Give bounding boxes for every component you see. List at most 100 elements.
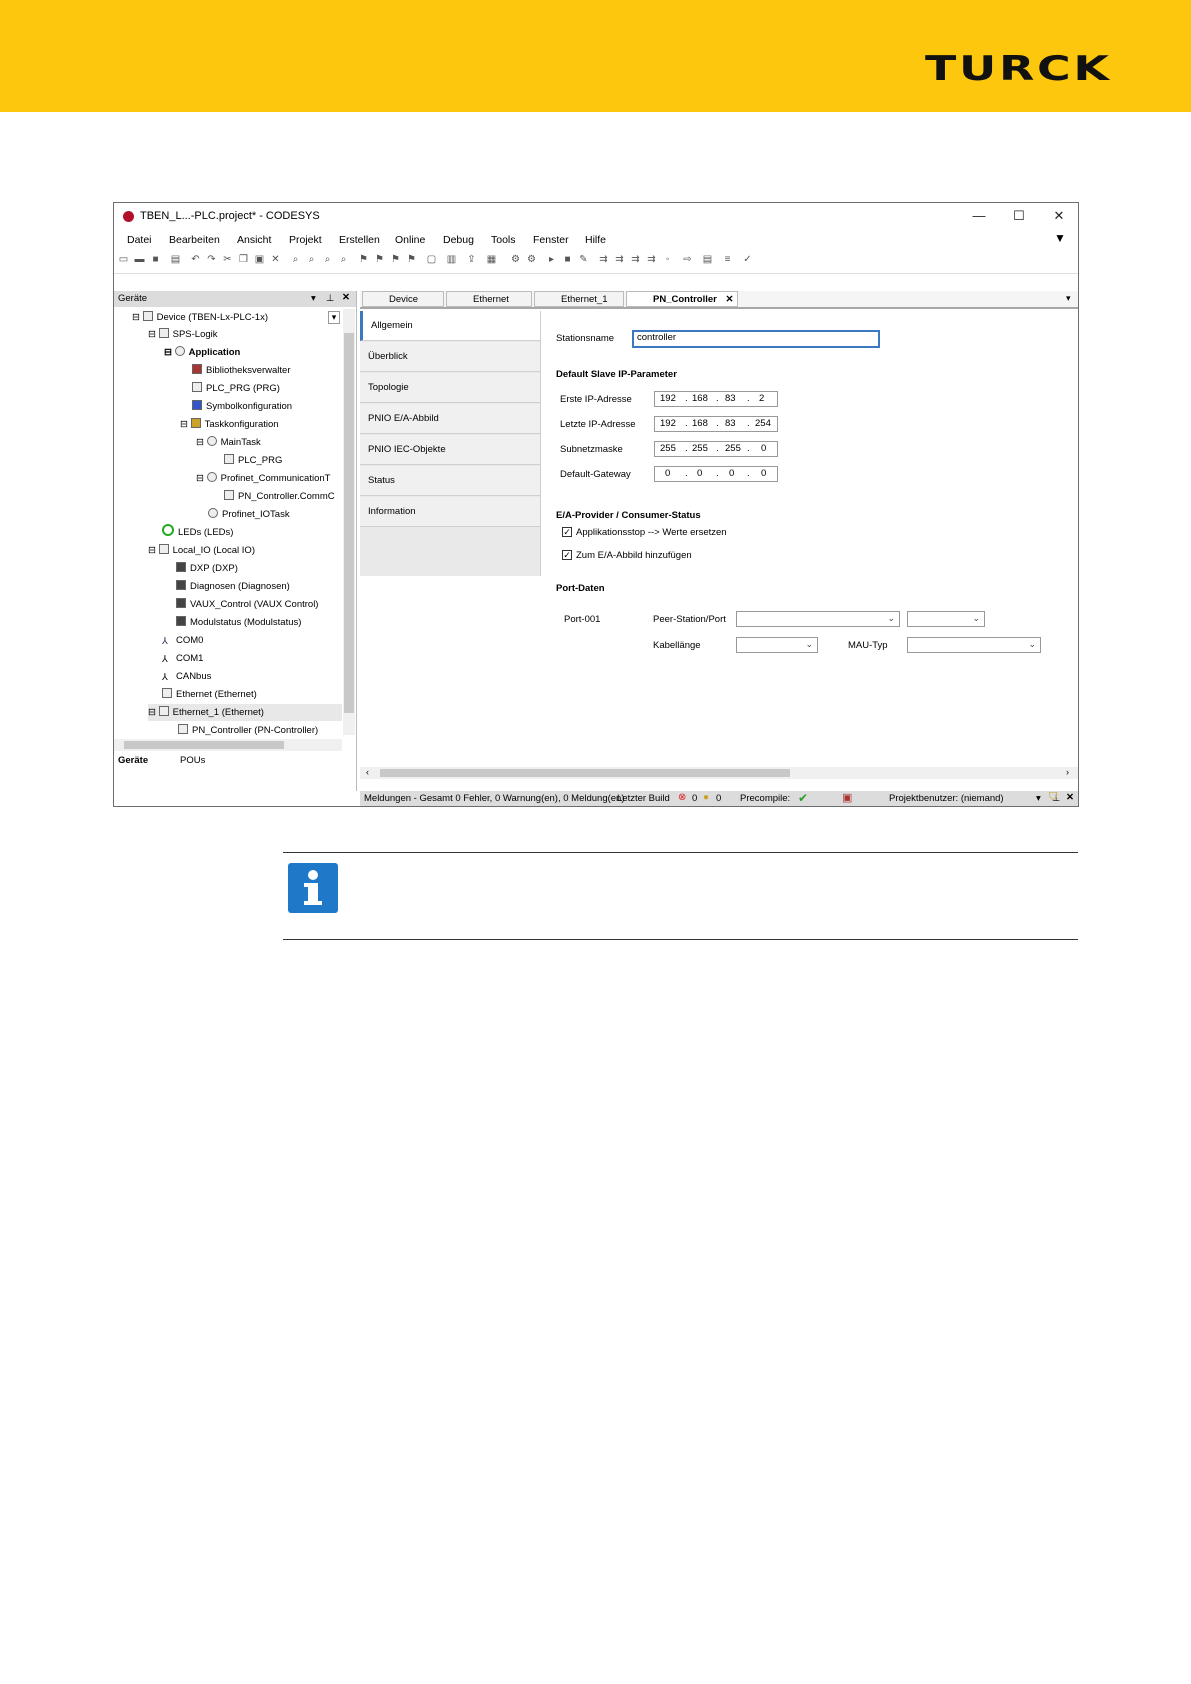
tab-pous[interactable]: POUs <box>180 755 205 766</box>
scroll-left-icon[interactable]: ‹ <box>366 767 369 777</box>
compile-check-icon[interactable]: ✓ <box>742 254 753 265</box>
tree-node-local-io[interactable]: ⊟ Local_IO (Local IO) <box>148 542 255 559</box>
pane-menu-icon[interactable]: ▾ <box>311 293 316 304</box>
tree-vertical-scrollbar[interactable] <box>343 309 355 735</box>
tree-node-com1[interactable]: ⅄ COM1 <box>162 650 203 667</box>
pane-close-icon[interactable]: ✕ <box>342 292 350 303</box>
tree-node-sps-logik[interactable]: ⊟ SPS-Logik <box>148 326 218 343</box>
applikationsstop-checkbox[interactable]: ✓ <box>562 527 572 537</box>
default-gateway-field[interactable]: 0. 0. 0. 0 <box>654 466 778 482</box>
cut-icon[interactable]: ✂ <box>222 254 233 265</box>
menu-hilfe[interactable]: Hilfe <box>585 234 606 246</box>
tree-node-profinet-communication[interactable]: ⊟ Profinet_CommunicationT <box>196 470 330 487</box>
print-icon[interactable]: ▤ <box>170 254 181 265</box>
bookmark-next-icon[interactable]: ⚑ <box>374 254 385 265</box>
open-folder-icon[interactable]: ▬ <box>134 254 145 265</box>
tree-node-symbolkonfiguration[interactable]: Symbolkonfiguration <box>192 398 292 415</box>
unforce-icon[interactable]: ≡ <box>722 254 733 265</box>
build-icon[interactable]: ▦ <box>486 254 497 265</box>
peer-port-dropdown[interactable]: ⌄ <box>907 611 985 627</box>
undo-icon[interactable]: ↶ <box>190 254 201 265</box>
tree-node-pn-controller[interactable]: PN_Controller (PN-Controller) <box>178 722 318 739</box>
tree-node-ethernet[interactable]: Ethernet (Ethernet) <box>162 686 257 703</box>
login-icon[interactable]: ⚙ <box>510 254 521 265</box>
tree-node-com0[interactable]: ⅄ COM0 <box>162 632 203 649</box>
peer-station-dropdown[interactable]: ⌄ <box>736 611 900 627</box>
find-icon[interactable]: ⌕ <box>290 254 301 265</box>
tree-node-ethernet-1[interactable]: ⊟ Ethernet_1 (Ethernet) <box>148 704 342 721</box>
tree-node-pn-controller-commc[interactable]: PN_Controller.CommC <box>224 488 335 505</box>
maximize-button[interactable]: ☐ <box>1004 207 1034 225</box>
user-status-icon[interactable]: ▣ <box>842 791 852 804</box>
step-out-icon[interactable]: ⇉ <box>630 254 641 265</box>
tree-node-leds[interactable]: LEDs (LEDs) <box>162 524 233 541</box>
stop-icon[interactable]: ■ <box>562 254 573 265</box>
stationsname-input[interactable]: controller <box>632 330 880 348</box>
menu-debug[interactable]: Debug <box>443 234 474 246</box>
copy-icon[interactable]: ❐ <box>238 254 249 265</box>
security-icon[interactable]: ⛉ <box>1049 791 1057 804</box>
run-icon[interactable]: ▸ <box>546 254 557 265</box>
paste-icon[interactable]: ▣ <box>254 254 265 265</box>
menu-projekt[interactable]: Projekt <box>289 234 322 246</box>
tree-node-dxp[interactable]: DXP (DXP) <box>176 560 238 577</box>
layout-icon[interactable]: ▥ <box>446 254 457 265</box>
filter-icon[interactable]: ▼ <box>1054 231 1066 245</box>
force-values-icon[interactable]: ▤ <box>702 254 713 265</box>
tree-node-canbus[interactable]: ⅄ CANbus <box>162 668 211 685</box>
tree-node-maintask[interactable]: ⊟ MainTask <box>196 434 261 451</box>
mau-typ-dropdown[interactable]: ⌄ <box>907 637 1041 653</box>
scrollbar-thumb[interactable] <box>124 741 284 749</box>
logout-icon[interactable]: ⚙ <box>526 254 537 265</box>
find-prev-icon[interactable]: ⌕ <box>338 254 349 265</box>
bookmark-prev-icon[interactable]: ⚑ <box>390 254 401 265</box>
reset-icon[interactable]: ✎ <box>578 254 589 265</box>
menu-fenster[interactable]: Fenster <box>533 234 569 246</box>
tab-geraete[interactable]: Geräte <box>118 755 148 766</box>
menu-datei[interactable]: Datei <box>127 234 152 246</box>
tree-node-device[interactable]: ⊟ Device (TBEN-Lx-PLC-1x) <box>132 309 268 326</box>
close-button[interactable]: ✕ <box>1044 207 1074 225</box>
scrollbar-thumb[interactable] <box>380 769 790 777</box>
bookmark-icon[interactable]: ⚑ <box>358 254 369 265</box>
subnetzmaske-field[interactable]: 255. 255. 255. 0 <box>654 441 778 457</box>
window-icon[interactable]: ▢ <box>426 254 437 265</box>
scrollbar-thumb[interactable] <box>344 333 354 713</box>
ea-abbild-checkbox[interactable]: ✓ <box>562 550 572 560</box>
tree-node-modulstatus[interactable]: Modulstatus (Modulstatus) <box>176 614 301 631</box>
menu-bearbeiten[interactable]: Bearbeiten <box>169 234 220 246</box>
step-into-icon[interactable]: ⇉ <box>614 254 625 265</box>
tree-node-bibliotheksverwalter[interactable]: Bibliotheksverwalter <box>192 362 290 379</box>
editor-horizontal-scrollbar[interactable]: ‹ › <box>360 767 1078 779</box>
write-values-icon[interactable]: ⇨ <box>682 254 693 265</box>
menu-erstellen[interactable]: Erstellen <box>339 234 380 246</box>
tree-horizontal-scrollbar[interactable] <box>114 739 342 751</box>
step-over-icon[interactable]: ⇉ <box>598 254 609 265</box>
bookmark-clear-icon[interactable]: ⚑ <box>406 254 417 265</box>
erste-ip-field[interactable]: 192. 168. 83. 2 <box>654 391 778 407</box>
scroll-right-icon[interactable]: › <box>1066 767 1069 777</box>
tree-node-taskkonfiguration[interactable]: ⊟ Taskkonfiguration <box>180 416 279 433</box>
menu-tools[interactable]: Tools <box>491 234 516 246</box>
tree-node-vaux-control[interactable]: VAUX_Control (VAUX Control) <box>176 596 318 613</box>
menu-online[interactable]: Online <box>395 234 425 246</box>
new-file-icon[interactable]: ▭ <box>118 254 129 265</box>
delete-icon[interactable]: ✕ <box>270 254 281 265</box>
save-icon[interactable]: ■ <box>150 254 161 265</box>
tree-node-profinet-iotask[interactable]: Profinet_IOTask <box>208 506 290 523</box>
replace-icon[interactable]: ⌕ <box>322 254 333 265</box>
pin-icon[interactable]: ⊥ <box>326 293 334 304</box>
find-next-icon[interactable]: ⌕ <box>306 254 317 265</box>
tree-node-application[interactable]: ⊟ Application <box>164 344 240 361</box>
tree-node-diagnosen[interactable]: Diagnosen (Diagnosen) <box>176 578 290 595</box>
kabellaenge-dropdown[interactable]: ⌄ <box>736 637 818 653</box>
letzte-ip-field[interactable]: 192. 168. 83. 254 <box>654 416 778 432</box>
tree-dropdown-icon[interactable]: ▾ <box>328 311 340 324</box>
tree-node-plc-prg[interactable]: PLC_PRG (PRG) <box>192 380 280 397</box>
run-to-cursor-icon[interactable]: ⇉ <box>646 254 657 265</box>
export-icon[interactable]: ⇪ <box>466 254 477 265</box>
redo-icon[interactable]: ↷ <box>206 254 217 265</box>
minimize-button[interactable]: — <box>964 207 994 225</box>
breakpoint-icon[interactable]: ◦ <box>662 254 673 265</box>
tree-node-maintask-plc-prg[interactable]: PLC_PRG <box>224 452 282 469</box>
